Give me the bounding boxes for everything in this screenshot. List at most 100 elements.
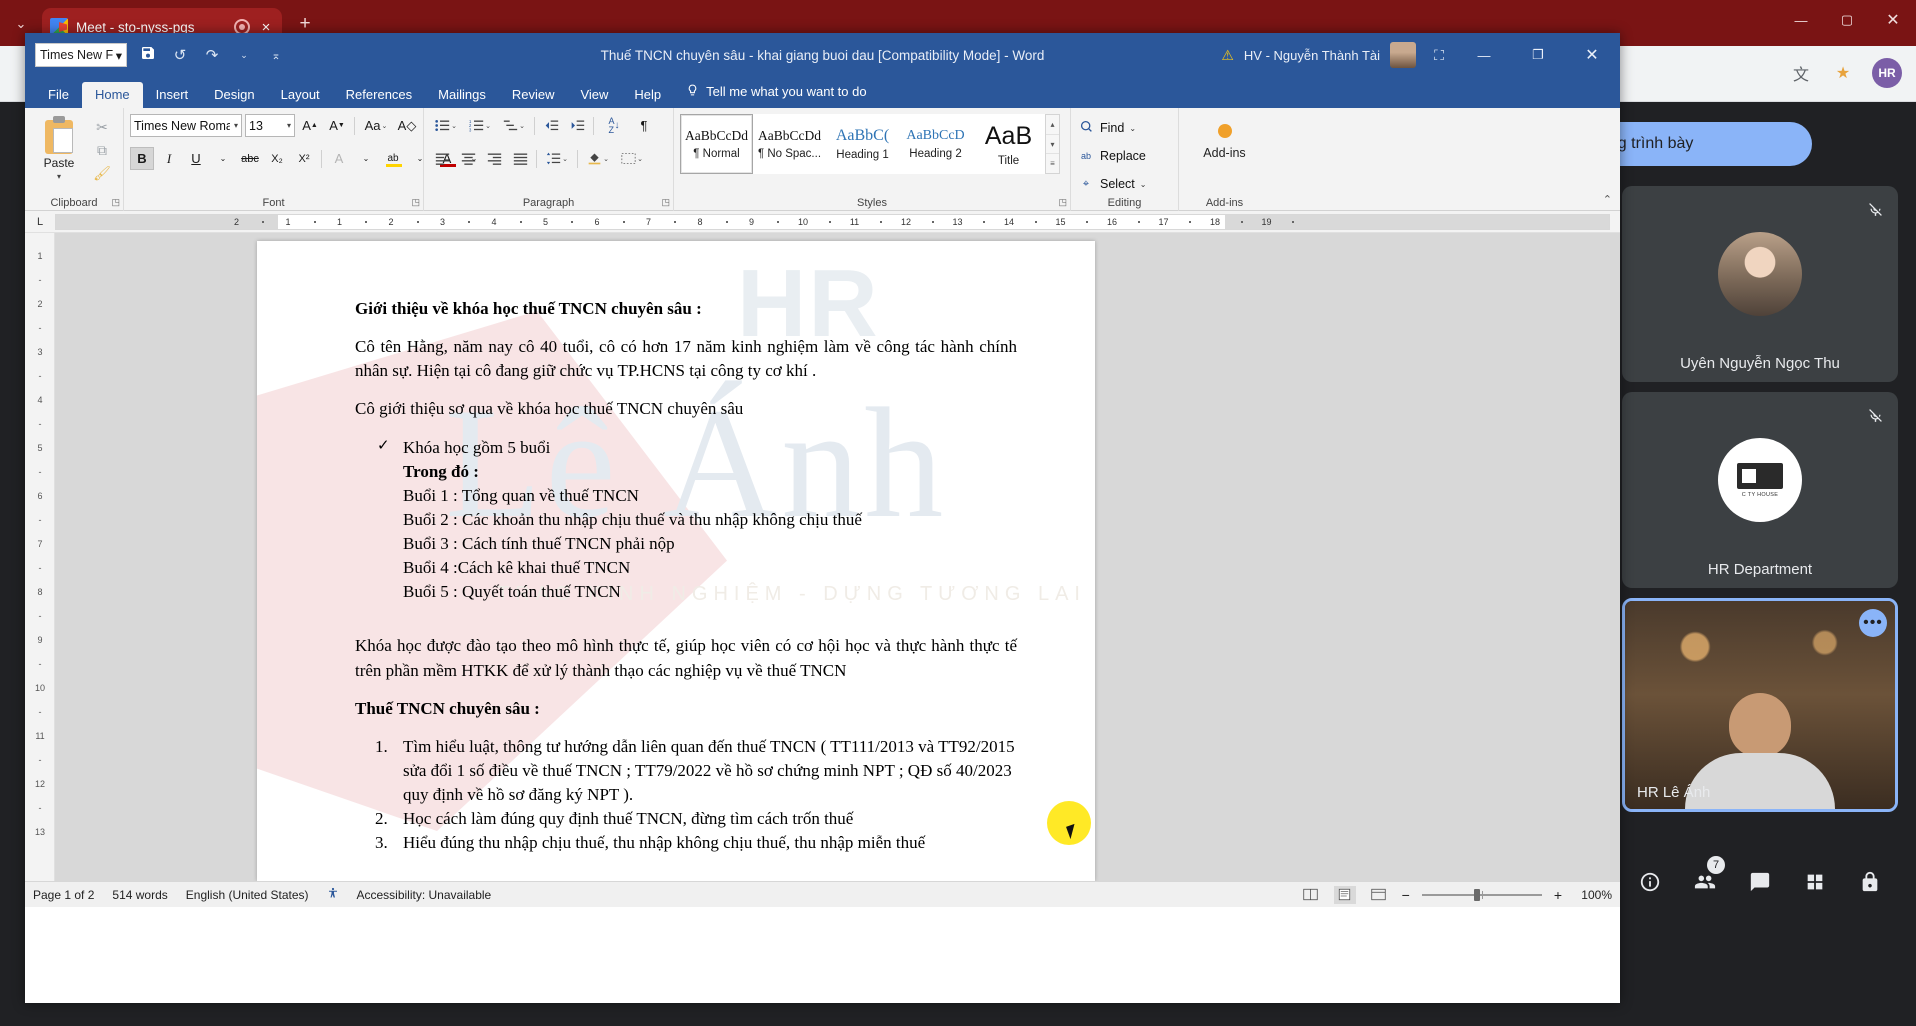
word-count[interactable]: 514 words bbox=[112, 888, 167, 902]
select-button[interactable]: ⌖ Select ⌄ bbox=[1077, 172, 1146, 196]
align-right-icon[interactable] bbox=[482, 147, 506, 170]
zoom-level[interactable]: 100% bbox=[1574, 888, 1612, 902]
activities-icon[interactable] bbox=[1793, 860, 1837, 904]
print-layout-icon[interactable] bbox=[1334, 886, 1356, 904]
increase-indent-icon[interactable] bbox=[565, 114, 589, 137]
zoom-out-button[interactable]: − bbox=[1402, 887, 1410, 903]
borders-icon[interactable]: ⌄ bbox=[616, 147, 648, 170]
paste-button[interactable]: Paste ▾ bbox=[31, 114, 87, 181]
tab-file[interactable]: File bbox=[35, 82, 82, 108]
participant-tile-active[interactable]: ••• HR Lê Ánh bbox=[1622, 598, 1898, 812]
profile-avatar[interactable]: HR bbox=[1872, 58, 1902, 88]
clipboard-dialog-launcher[interactable]: ◳ bbox=[111, 197, 120, 208]
bold-button[interactable]: B bbox=[130, 147, 154, 170]
zoom-slider[interactable] bbox=[1422, 888, 1542, 902]
word-restore-button[interactable]: ❐ bbox=[1516, 33, 1560, 77]
account-name[interactable]: HV - Nguyễn Thành Tài bbox=[1244, 48, 1380, 63]
strikethrough-button[interactable]: abc bbox=[238, 147, 262, 170]
cut-icon[interactable]: ✂ bbox=[91, 117, 113, 137]
participant-tile[interactable]: C TY HOUSE HR Department bbox=[1622, 392, 1898, 588]
word-minimize-button[interactable]: — bbox=[1462, 33, 1506, 77]
style-title[interactable]: AaB Title bbox=[972, 114, 1045, 174]
tab-review[interactable]: Review bbox=[499, 82, 568, 108]
style-heading-2[interactable]: AaBbCcD Heading 2 bbox=[899, 114, 972, 174]
font-name-combo[interactable]: Times New Roman ▾ bbox=[130, 114, 242, 137]
grow-font-icon[interactable]: A▲ bbox=[298, 114, 322, 137]
customize-qat-icon[interactable]: ⌅ bbox=[265, 49, 287, 62]
accessibility-status[interactable]: Accessibility: Unavailable bbox=[357, 888, 492, 902]
style-heading-1[interactable]: AaBbC( Heading 1 bbox=[826, 114, 899, 174]
account-avatar[interactable] bbox=[1390, 42, 1416, 68]
document-page[interactable]: HR Lê Ánh ® TRAO KINH NGHIỆM - DỰNG TƯƠN… bbox=[257, 241, 1095, 881]
styles-dialog-launcher[interactable]: ◳ bbox=[1058, 197, 1067, 208]
copy-icon[interactable]: ⧉ bbox=[91, 140, 113, 160]
subscript-button[interactable]: X₂ bbox=[265, 147, 289, 170]
zoom-in-button[interactable]: + bbox=[1554, 887, 1562, 903]
undo-icon[interactable]: ↺ bbox=[169, 46, 191, 64]
page-scroll-area[interactable]: HR Lê Ánh ® TRAO KINH NGHIỆM - DỰNG TƯƠN… bbox=[55, 233, 1620, 881]
collapse-ribbon-icon[interactable]: ⌃ bbox=[1603, 193, 1612, 206]
shrink-font-icon[interactable]: A▼ bbox=[325, 114, 349, 137]
decrease-indent-icon[interactable] bbox=[539, 114, 563, 137]
tab-layout[interactable]: Layout bbox=[268, 82, 333, 108]
style-normal[interactable]: AaBbCcDd ¶ Normal bbox=[680, 114, 753, 174]
host-controls-lock-icon[interactable] bbox=[1848, 860, 1892, 904]
format-painter-icon[interactable]: 🖌 bbox=[91, 163, 113, 183]
browser-close-button[interactable]: ✕ bbox=[1870, 0, 1916, 40]
warning-icon[interactable]: ⚠ bbox=[1221, 47, 1234, 64]
styles-more-icon[interactable]: ≡ bbox=[1046, 153, 1059, 173]
bookmark-star-icon[interactable]: ★ bbox=[1830, 60, 1856, 86]
people-icon[interactable]: 7 bbox=[1683, 860, 1727, 904]
find-button[interactable]: Find ⌄ bbox=[1077, 116, 1136, 140]
bullets-icon[interactable]: ⌄ bbox=[430, 114, 462, 137]
superscript-button[interactable]: X² bbox=[292, 147, 316, 170]
styles-gallery-scrollbar[interactable]: ▴ ▾ ≡ bbox=[1045, 114, 1060, 174]
multilevel-list-icon[interactable]: ⌄ bbox=[498, 114, 530, 137]
redo-icon[interactable]: ↷ bbox=[201, 46, 223, 64]
horizontal-ruler[interactable]: 2112345678910111213141516171819 bbox=[55, 214, 1610, 230]
underline-button[interactable]: U bbox=[184, 147, 208, 170]
language-indicator[interactable]: English (United States) bbox=[186, 888, 309, 902]
participant-tile[interactable]: Uyên Nguyễn Ngọc Thu bbox=[1622, 186, 1898, 382]
ribbon-display-options-icon[interactable]: ⛶ bbox=[1426, 47, 1452, 64]
tab-design[interactable]: Design bbox=[201, 82, 267, 108]
translate-icon[interactable]: 文 bbox=[1788, 60, 1814, 86]
paragraph-dialog-launcher[interactable]: ◳ bbox=[661, 197, 670, 208]
styles-scroll-down-icon[interactable]: ▾ bbox=[1046, 134, 1059, 154]
style-no-spacing[interactable]: AaBbCcDd ¶ No Spac... bbox=[753, 114, 826, 174]
tab-insert[interactable]: Insert bbox=[143, 82, 202, 108]
underline-caret-icon[interactable]: ⌄ bbox=[211, 147, 235, 170]
browser-maximize-button[interactable]: ▢ bbox=[1824, 0, 1870, 40]
quick-font-combo[interactable]: Times New F ▾ bbox=[35, 43, 127, 67]
styles-scroll-up-icon[interactable]: ▴ bbox=[1046, 115, 1059, 134]
tab-stop-selector-icon[interactable]: L bbox=[25, 211, 55, 233]
align-left-icon[interactable] bbox=[430, 147, 454, 170]
chevron-down-icon[interactable]: ⌄ bbox=[233, 50, 255, 61]
addins-button[interactable]: Add-ins bbox=[1193, 114, 1257, 160]
shading-icon[interactable]: ⌄ bbox=[582, 147, 614, 170]
tab-view[interactable]: View bbox=[567, 82, 621, 108]
chat-icon[interactable] bbox=[1738, 860, 1782, 904]
tab-references[interactable]: References bbox=[333, 82, 425, 108]
show-formatting-marks-icon[interactable]: ¶ bbox=[632, 114, 656, 137]
font-dialog-launcher[interactable]: ◳ bbox=[411, 197, 420, 208]
line-spacing-icon[interactable]: ⌄ bbox=[541, 147, 573, 170]
sort-icon[interactable]: AZ↓ bbox=[598, 114, 630, 137]
clear-formatting-icon[interactable]: A◇ bbox=[395, 114, 419, 137]
browser-minimize-button[interactable]: — bbox=[1778, 0, 1824, 40]
tab-help[interactable]: Help bbox=[621, 82, 674, 108]
justify-icon[interactable] bbox=[508, 147, 532, 170]
save-icon[interactable] bbox=[137, 45, 159, 65]
highlight-color-button[interactable]: ab bbox=[381, 147, 405, 170]
word-close-button[interactable]: ✕ bbox=[1570, 33, 1614, 77]
page-indicator[interactable]: Page 1 of 2 bbox=[33, 888, 94, 902]
tab-home[interactable]: Home bbox=[82, 82, 143, 108]
text-effects-caret-icon[interactable]: ⌄ bbox=[354, 147, 378, 170]
font-size-combo[interactable]: 13 ▾ bbox=[245, 114, 295, 137]
web-layout-icon[interactable] bbox=[1368, 886, 1390, 904]
tab-mailings[interactable]: Mailings bbox=[425, 82, 499, 108]
align-center-icon[interactable] bbox=[456, 147, 480, 170]
more-options-icon[interactable]: ••• bbox=[1859, 609, 1887, 637]
document-body[interactable]: Giới thiệu về khóa học thuế TNCN chuyên … bbox=[257, 241, 1095, 855]
meeting-details-icon[interactable] bbox=[1628, 860, 1672, 904]
